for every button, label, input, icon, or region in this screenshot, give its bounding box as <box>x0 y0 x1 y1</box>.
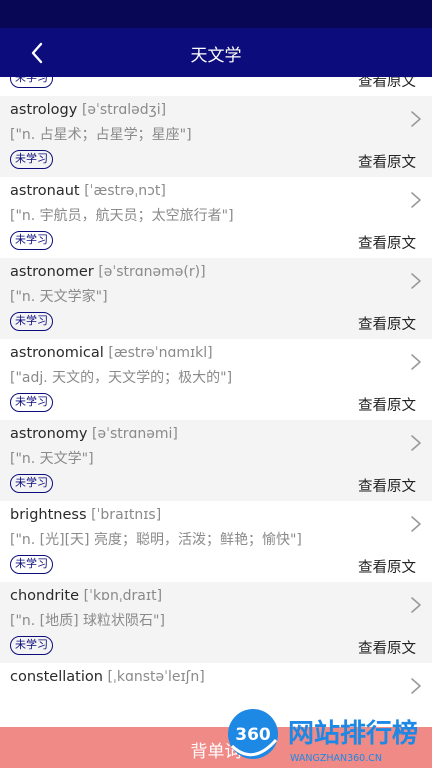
view-original-link[interactable]: 查看原文 <box>358 151 416 172</box>
view-original-link[interactable]: 查看原文 <box>358 313 416 334</box>
status-badge[interactable]: 未学习 <box>10 393 53 412</box>
word-list[interactable]: astrolabe [ˈæstrəleɪb] ["n. [天] 星盘；天体观测仪… <box>0 77 432 727</box>
word-phonetic: [əˈstrɑnəmə(r)] <box>98 264 206 280</box>
word-phonetic: [ˈbraɪtnɪs] <box>91 507 162 523</box>
chevron-right-icon <box>411 192 421 208</box>
chevron-right-icon <box>411 111 421 127</box>
view-original-link[interactable]: 查看原文 <box>358 394 416 415</box>
view-original-link[interactable]: 查看原文 <box>358 637 416 658</box>
word-headline: astrology [əˈstrɑlədʒi] <box>10 102 166 118</box>
word-headline: astronomical [æstrəˈnɑmɪkl] <box>10 345 213 361</box>
watermark-subtitle: WANGZHAN360.CN <box>290 753 382 764</box>
status-badge[interactable]: 未学习 <box>10 474 53 493</box>
word-row[interactable]: astronaut [ˈæstrəˌnɔt] ["n. 宇航员，航天员；太空旅行… <box>0 177 432 258</box>
word-phonetic: [əˈstrɑnəmi] <box>92 426 178 442</box>
nav-bar: 天文学 <box>0 28 432 77</box>
word-headline: constellation [ˌkɑnstəˈleɪʃn] <box>10 669 205 685</box>
word-text: astronomer <box>10 264 94 280</box>
chevron-right-icon <box>411 516 421 532</box>
word-headline: astronomer [əˈstrɑnəmə(r)] <box>10 264 206 280</box>
word-text: brightness <box>10 507 87 523</box>
word-text: chondrite <box>10 588 80 604</box>
word-text: astrology <box>10 102 78 118</box>
status-badge[interactable]: 未学习 <box>10 231 53 250</box>
word-phonetic: [ˈkɒnˌdraɪt] <box>83 588 163 604</box>
word-text: astronaut <box>10 183 80 199</box>
word-row[interactable]: astrology [əˈstrɑlədʒi] ["n. 占星术；占星学；星座"… <box>0 96 432 177</box>
word-meaning: ["n. 宇航员，航天员；太空旅行者"] <box>10 208 234 224</box>
word-meaning: ["n. [地质] 球粒状陨石"] <box>10 613 165 629</box>
word-text: constellation <box>10 669 103 685</box>
chevron-right-icon <box>411 435 421 451</box>
watermark-logo: 360 网站排行榜 WANGZHAN360.CN <box>228 709 418 764</box>
word-headline: astronaut [ˈæstrəˌnɔt] <box>10 183 166 199</box>
view-original-link[interactable]: 查看原文 <box>358 556 416 577</box>
chevron-right-icon <box>411 678 421 694</box>
word-text: astronomical <box>10 345 104 361</box>
word-meaning: ["n. 天文学"] <box>10 451 94 467</box>
word-row[interactable]: brightness [ˈbraɪtnɪs] ["n. [光][天] 亮度；聪明… <box>0 501 432 582</box>
status-badge[interactable]: 未学习 <box>10 636 53 655</box>
word-meaning: ["adj. 天文的，天文学的；极大的"] <box>10 370 233 386</box>
page-title: 天文学 <box>190 46 242 66</box>
word-meaning: ["n. 天文学家"] <box>10 289 108 305</box>
status-badge[interactable]: 未学习 <box>10 312 53 331</box>
view-original-link[interactable]: 查看原文 <box>358 77 416 91</box>
word-row[interactable]: astronomy [əˈstrɑnəmi] ["n. 天文学"] 未学习 查看… <box>0 420 432 501</box>
word-text: astronomy <box>10 426 88 442</box>
word-meaning: ["n. 占星术；占星学；星座"] <box>10 127 192 143</box>
watermark-title: 网站排行榜 <box>288 718 418 749</box>
view-original-link[interactable]: 查看原文 <box>358 475 416 496</box>
word-phonetic: [æstrəˈnɑmɪkl] <box>108 345 213 361</box>
status-badge[interactable]: 未学习 <box>10 150 53 169</box>
word-row[interactable]: astrolabe [ˈæstrəleɪb] ["n. [天] 星盘；天体观测仪… <box>0 77 432 96</box>
word-phonetic: [əˈstrɑlədʒi] <box>81 102 167 118</box>
word-headline: chondrite [ˈkɒnˌdraɪt] <box>10 588 162 604</box>
word-row[interactable]: astronomer [əˈstrɑnəmə(r)] ["n. 天文学家"] 未… <box>0 258 432 339</box>
watermark-logo-text: 360 <box>235 725 271 745</box>
status-badge[interactable]: 未学习 <box>10 555 53 574</box>
word-phonetic: [ˈæstrəˌnɔt] <box>84 183 166 199</box>
view-original-link[interactable]: 查看原文 <box>358 232 416 253</box>
status-badge[interactable]: 未学习 <box>10 77 53 88</box>
word-row[interactable]: chondrite [ˈkɒnˌdraɪt] ["n. [地质] 球粒状陨石"]… <box>0 582 432 663</box>
word-row[interactable]: astronomical [æstrəˈnɑmɪkl] ["adj. 天文的，天… <box>0 339 432 420</box>
word-phonetic: [ˌkɑnstəˈleɪʃn] <box>107 669 205 685</box>
chevron-right-icon <box>411 273 421 289</box>
word-headline: brightness [ˈbraɪtnɪs] <box>10 507 161 523</box>
chevron-right-icon <box>411 354 421 370</box>
status-bar <box>0 0 432 28</box>
chevron-right-icon <box>411 597 421 613</box>
word-headline: astronomy [əˈstrɑnəmi] <box>10 426 178 442</box>
word-meaning: ["n. [光][天] 亮度；聪明，活泼；鲜艳；愉快"] <box>10 532 302 548</box>
